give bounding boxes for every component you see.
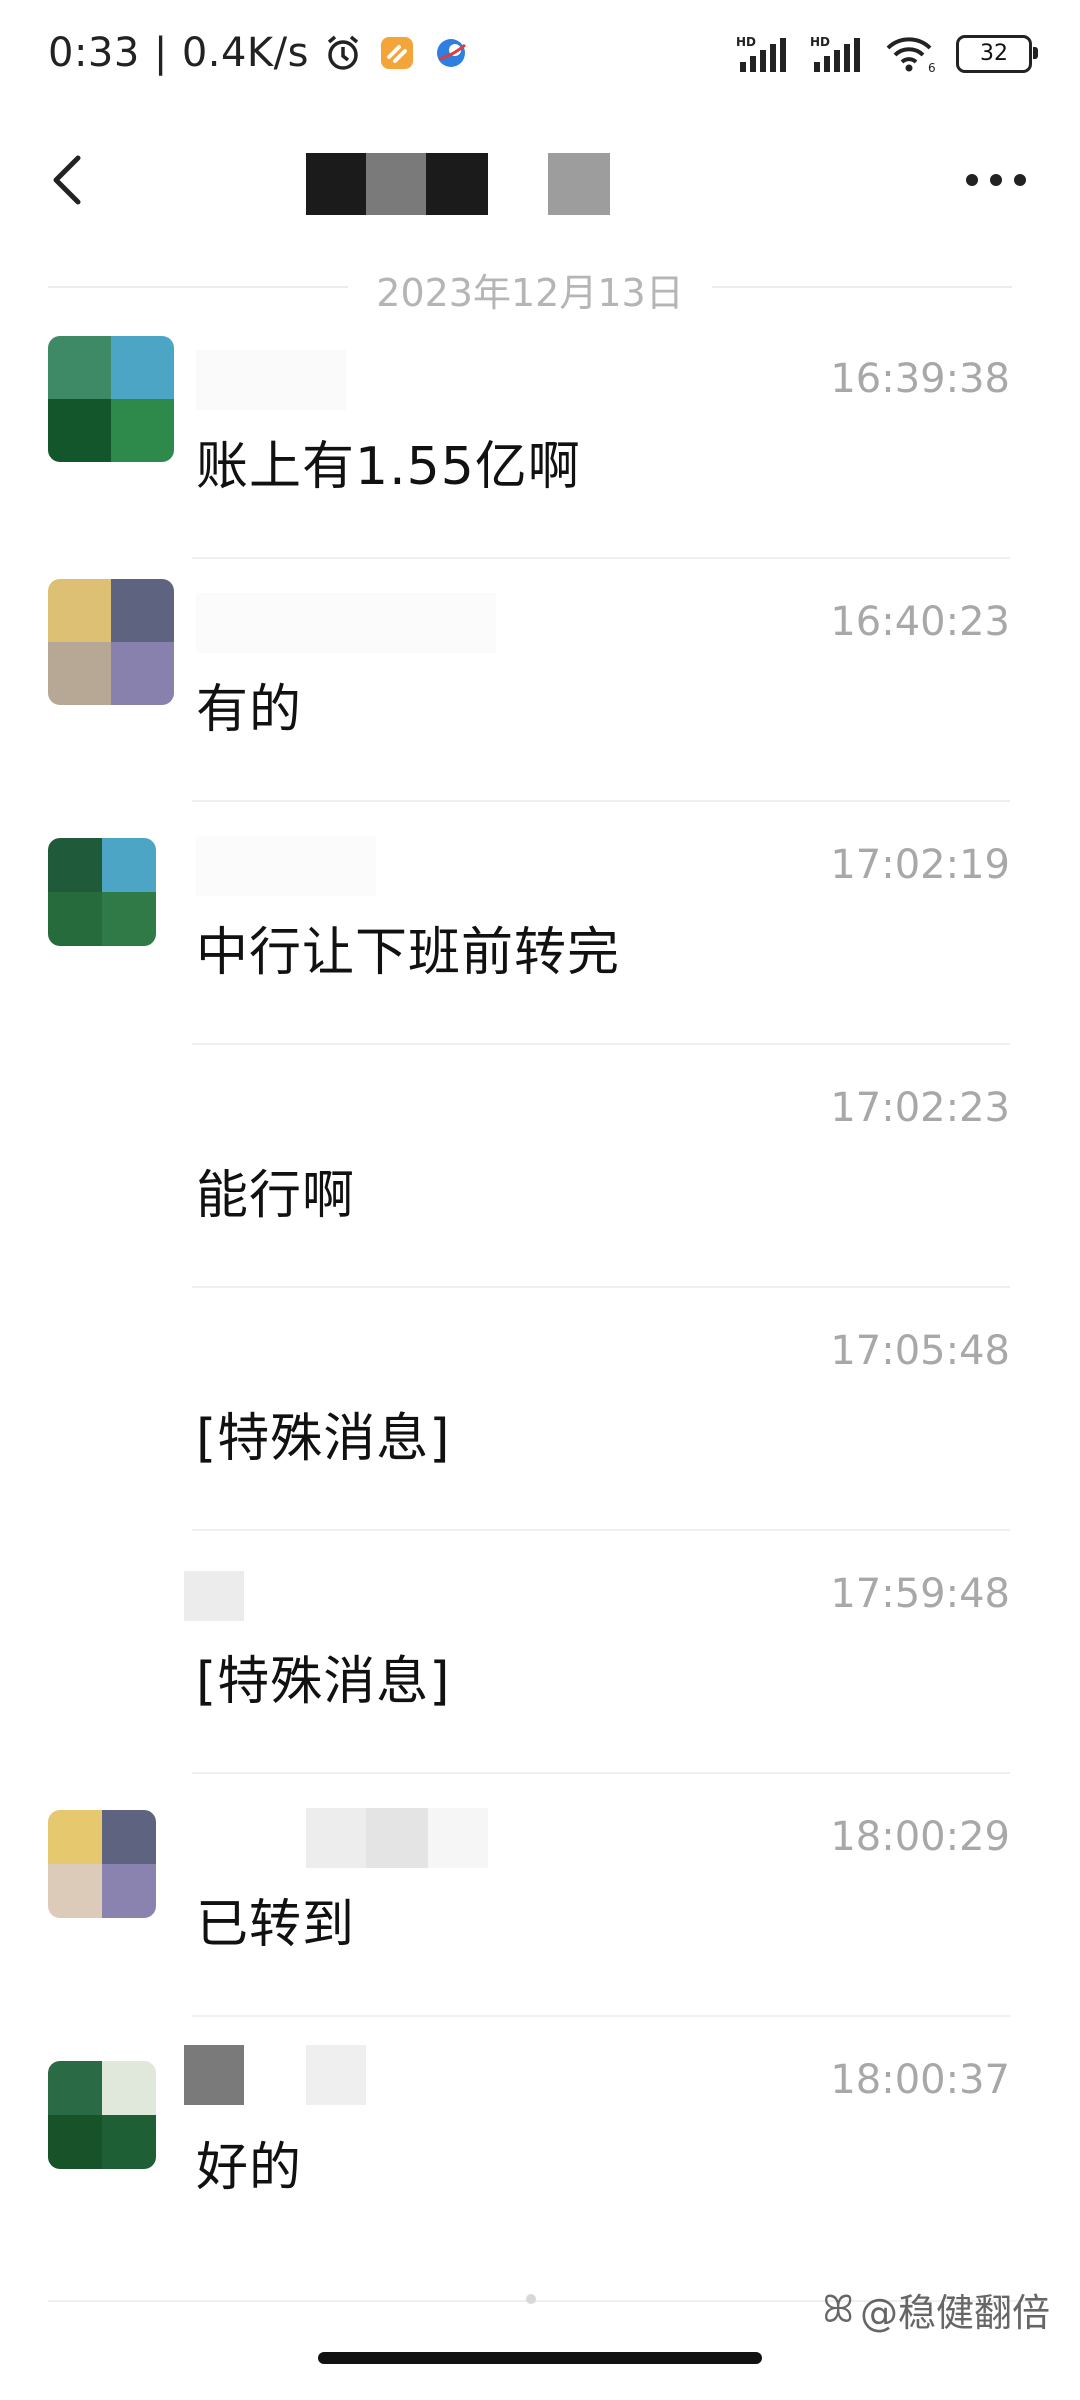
message-time: 17:02:23 bbox=[830, 1085, 1010, 1131]
status-right: HD HD 6 32 bbox=[736, 34, 1038, 74]
message-item[interactable]: 17:05:48 [特殊消息] bbox=[0, 1288, 1080, 1531]
sender-name-obscured bbox=[196, 836, 376, 896]
watermark-text: @稳健翻倍 bbox=[859, 2291, 1050, 2335]
top-nav-bar bbox=[0, 120, 1080, 240]
message-text: [特殊消息] bbox=[196, 1652, 451, 1712]
more-options-icon[interactable] bbox=[966, 168, 1036, 192]
message-item[interactable]: 18:00:29 已转到 bbox=[0, 1774, 1080, 2017]
net-speed: 0.4K/s bbox=[181, 30, 309, 76]
sender-name-obscured bbox=[184, 1571, 244, 1631]
avatar[interactable] bbox=[48, 579, 174, 705]
sender-name-obscured bbox=[184, 2045, 366, 2105]
message-text: [特殊消息] bbox=[196, 1409, 451, 1469]
alarm-icon bbox=[327, 35, 359, 70]
message-time: 17:05:48 bbox=[830, 1328, 1010, 1374]
sender-name-obscured bbox=[196, 350, 346, 410]
home-indicator[interactable] bbox=[318, 2352, 762, 2364]
message-time: 17:59:48 bbox=[830, 1571, 1010, 1617]
svg-text:6: 6 bbox=[928, 61, 936, 74]
status-bar: 0:33 | 0.4K/s HD HD 6 32 bbox=[0, 0, 1080, 120]
sender-name-obscured bbox=[306, 1808, 488, 1868]
message-text: 能行啊 bbox=[196, 1166, 356, 1226]
message-item[interactable]: 17:02:23 能行啊 bbox=[0, 1045, 1080, 1288]
message-text: 有的 bbox=[196, 680, 303, 740]
message-item[interactable]: 16:40:23 有的 bbox=[0, 559, 1080, 802]
watermark-logo-icon: ꕤ bbox=[822, 2287, 854, 2331]
avatar[interactable] bbox=[48, 1810, 156, 1918]
signal-1-icon: HD bbox=[736, 35, 786, 72]
message-item[interactable]: 17:59:48 [特殊消息] bbox=[0, 1531, 1080, 1774]
message-time: 16:40:23 bbox=[830, 599, 1010, 645]
wifi-icon: 6 bbox=[886, 37, 936, 74]
message-text: 已转到 bbox=[196, 1895, 356, 1955]
message-item[interactable]: 18:00:37 好的 bbox=[0, 2017, 1080, 2260]
chat-title-obscured bbox=[306, 153, 610, 215]
scroll-dot bbox=[526, 2294, 536, 2304]
svg-text:HD: HD bbox=[810, 35, 830, 49]
message-text: 中行让下班前转完 bbox=[196, 923, 621, 983]
svg-text:HD: HD bbox=[736, 35, 756, 49]
avatar[interactable] bbox=[48, 2061, 156, 2169]
message-item[interactable]: 17:02:19 中行让下班前转完 bbox=[0, 802, 1080, 1045]
message-text: 好的 bbox=[196, 2138, 303, 2198]
date-separator-text: 2023年12月13日 bbox=[376, 271, 684, 315]
message-time: 17:02:19 bbox=[830, 842, 1010, 888]
watermark: ꕤ @稳健翻倍 bbox=[822, 2282, 1050, 2337]
message-time: 18:00:37 bbox=[830, 2057, 1010, 2103]
avatar[interactable] bbox=[48, 336, 174, 462]
app-notification-icon bbox=[380, 37, 413, 69]
browser-notification-icon bbox=[436, 39, 466, 67]
status-divider: | bbox=[153, 30, 168, 76]
message-item[interactable]: 16:39:38 账上有1.55亿啊 bbox=[0, 316, 1080, 559]
status-left: 0:33 | 0.4K/s bbox=[48, 30, 471, 76]
date-separator: 2023年12月13日 bbox=[48, 256, 1012, 316]
back-chevron-icon[interactable] bbox=[40, 150, 100, 210]
avatar[interactable] bbox=[48, 838, 156, 946]
status-time: 0:33 bbox=[48, 30, 140, 76]
message-time: 18:00:29 bbox=[830, 1814, 1010, 1860]
sender-name-obscured bbox=[196, 593, 496, 653]
message-text: 账上有1.55亿啊 bbox=[196, 437, 581, 497]
battery-indicator: 32 bbox=[956, 35, 1038, 73]
message-time: 16:39:38 bbox=[830, 356, 1010, 402]
signal-2-icon: HD bbox=[810, 35, 860, 72]
